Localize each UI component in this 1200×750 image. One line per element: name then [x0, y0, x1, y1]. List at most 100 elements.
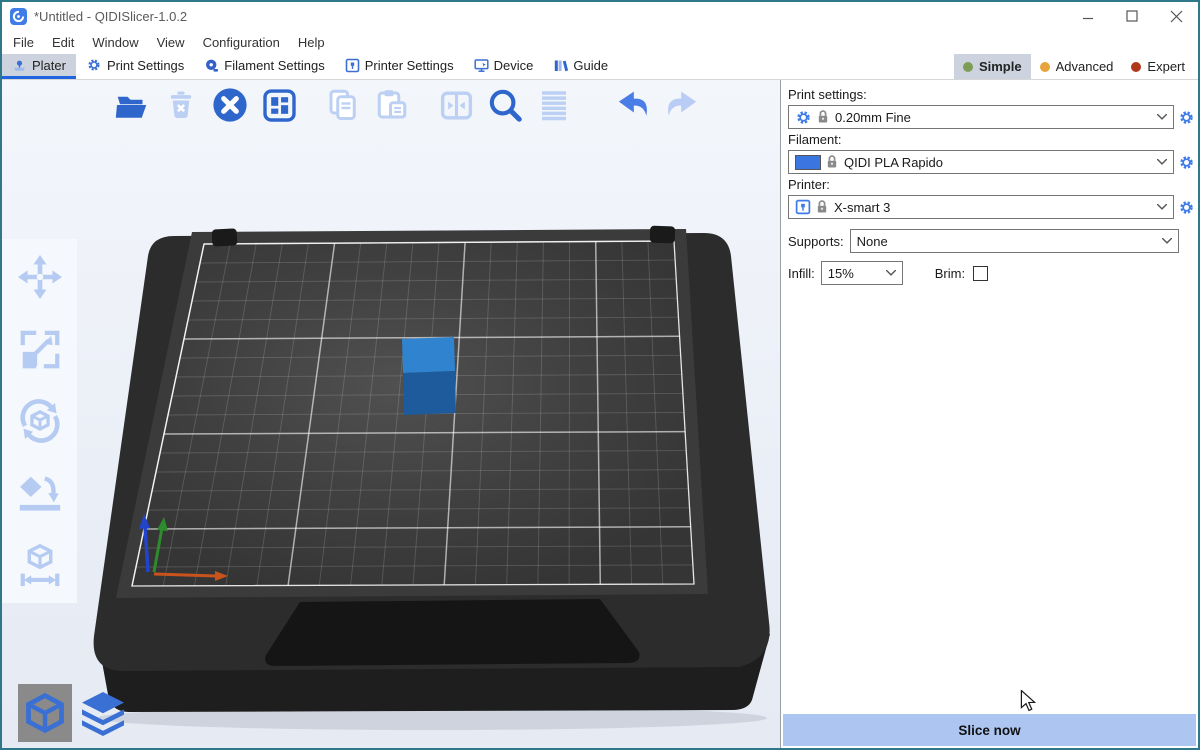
plate-clip-left [212, 228, 238, 246]
top-toolbar [112, 85, 702, 125]
tab-label: Device [494, 58, 534, 73]
copy-button[interactable] [323, 85, 363, 125]
minimize-icon [1082, 10, 1094, 22]
scale-icon [17, 326, 63, 372]
tab-device[interactable]: Device [464, 54, 544, 79]
3d-viewport[interactable] [2, 80, 780, 748]
mode-label: Simple [979, 59, 1022, 74]
infill-value: 15% [828, 266, 880, 281]
delete-button[interactable] [161, 85, 201, 125]
simple-mode-dot-icon [963, 62, 973, 72]
filament-color-swatch [795, 155, 821, 170]
preview-layers-icon [79, 689, 127, 737]
filament-edit-gear-icon[interactable] [1178, 154, 1195, 171]
printer-icon [345, 58, 360, 73]
mode-advanced[interactable]: Advanced [1031, 54, 1123, 79]
mode-simple[interactable]: Simple [954, 54, 1031, 79]
redo-button[interactable] [662, 85, 702, 125]
bed-handle-cutout [265, 599, 639, 666]
scale-button[interactable] [16, 325, 64, 373]
mode-expert[interactable]: Expert [1122, 54, 1194, 79]
guide-books-icon [553, 58, 568, 73]
paste-icon [374, 87, 410, 123]
measure-button[interactable] [16, 541, 64, 589]
menu-edit[interactable]: Edit [43, 30, 83, 54]
tab-print-settings[interactable]: Print Settings [76, 54, 194, 79]
tab-printer-settings[interactable]: Printer Settings [335, 54, 464, 79]
rotate-icon [17, 398, 63, 444]
device-icon [474, 58, 489, 73]
tab-filament-settings[interactable]: Filament Settings [194, 54, 334, 79]
supports-value: None [857, 234, 1156, 249]
open-button[interactable] [112, 85, 152, 125]
mode-label: Expert [1147, 59, 1185, 74]
plate-clip-right [650, 226, 676, 244]
mode-selector: Simple Advanced Expert [954, 54, 1198, 79]
title-bar: *Untitled - QIDISlicer-1.0.2 [2, 2, 1198, 30]
tab-label: Plater [32, 58, 66, 73]
paste-button[interactable] [372, 85, 412, 125]
layers-list-button[interactable] [534, 85, 574, 125]
printer-combo[interactable]: X-smart 3 [788, 195, 1174, 219]
menu-file[interactable]: File [4, 30, 43, 54]
split-objects-button[interactable] [436, 85, 476, 125]
close-button[interactable] [1154, 2, 1198, 30]
search-button[interactable] [485, 85, 525, 125]
delete-all-icon [211, 86, 249, 124]
brim-label: Brim: [935, 266, 965, 281]
printer-label: Printer: [788, 177, 1195, 192]
filament-combo[interactable]: QIDI PLA Rapido [788, 150, 1174, 174]
3d-editor-view-button[interactable] [18, 684, 72, 742]
lock-icon [817, 200, 828, 214]
app-window: *Untitled - QIDISlicer-1.0.2 File Edit W… [0, 0, 1200, 750]
tab-plater[interactable]: Plater [2, 54, 76, 79]
menu-help[interactable]: Help [289, 30, 334, 54]
expert-mode-dot-icon [1131, 62, 1141, 72]
tab-guide[interactable]: Guide [543, 54, 618, 79]
place-on-face-button[interactable] [16, 469, 64, 517]
copy-icon [325, 87, 361, 123]
move-icon [17, 254, 63, 300]
chevron-down-icon [1162, 238, 1172, 244]
menu-window[interactable]: Window [83, 30, 147, 54]
window-title: *Untitled - QIDISlicer-1.0.2 [34, 9, 187, 24]
tab-label: Guide [573, 58, 608, 73]
printer-edit-gear-icon[interactable] [1178, 199, 1195, 216]
tab-label: Filament Settings [224, 58, 324, 73]
minimize-button[interactable] [1066, 2, 1110, 30]
delete-trash-icon [164, 88, 198, 122]
infill-combo[interactable]: 15% [821, 261, 903, 285]
menu-view[interactable]: View [148, 30, 194, 54]
split-objects-icon [438, 87, 475, 124]
gear-icon [795, 109, 812, 126]
rotate-button[interactable] [16, 397, 64, 445]
maximize-button[interactable] [1110, 2, 1154, 30]
model-cube[interactable] [402, 337, 456, 415]
print-settings-edit-gear-icon[interactable] [1178, 109, 1195, 126]
printer-value: X-smart 3 [834, 200, 1151, 215]
delete-all-button[interactable] [210, 85, 250, 125]
menu-configuration[interactable]: Configuration [194, 30, 289, 54]
arrange-icon [261, 87, 298, 124]
supports-combo[interactable]: None [850, 229, 1179, 253]
measure-icon [17, 542, 63, 588]
brim-checkbox[interactable] [973, 266, 988, 281]
slice-now-button[interactable]: Slice now [783, 714, 1196, 746]
maximize-icon [1126, 10, 1138, 22]
arrange-button[interactable] [259, 85, 299, 125]
undo-button[interactable] [613, 85, 653, 125]
move-button[interactable] [16, 253, 64, 301]
print-settings-gear-icon [86, 57, 102, 73]
print-bed-scene [2, 80, 780, 748]
undo-icon [613, 85, 653, 125]
open-folder-icon [114, 87, 150, 123]
right-panel: Print settings: 0.20mm Fine Filament: QI… [780, 80, 1198, 748]
lock-icon [827, 155, 838, 169]
printer-icon [795, 199, 811, 215]
supports-label: Supports: [788, 234, 844, 249]
print-settings-combo[interactable]: 0.20mm Fine [788, 105, 1174, 129]
3d-editor-cube-icon [23, 691, 67, 735]
place-on-face-icon [17, 470, 63, 516]
preview-layers-view-button[interactable] [76, 684, 130, 742]
tab-bar: Plater Print Settings Filament Settings … [2, 54, 1198, 80]
